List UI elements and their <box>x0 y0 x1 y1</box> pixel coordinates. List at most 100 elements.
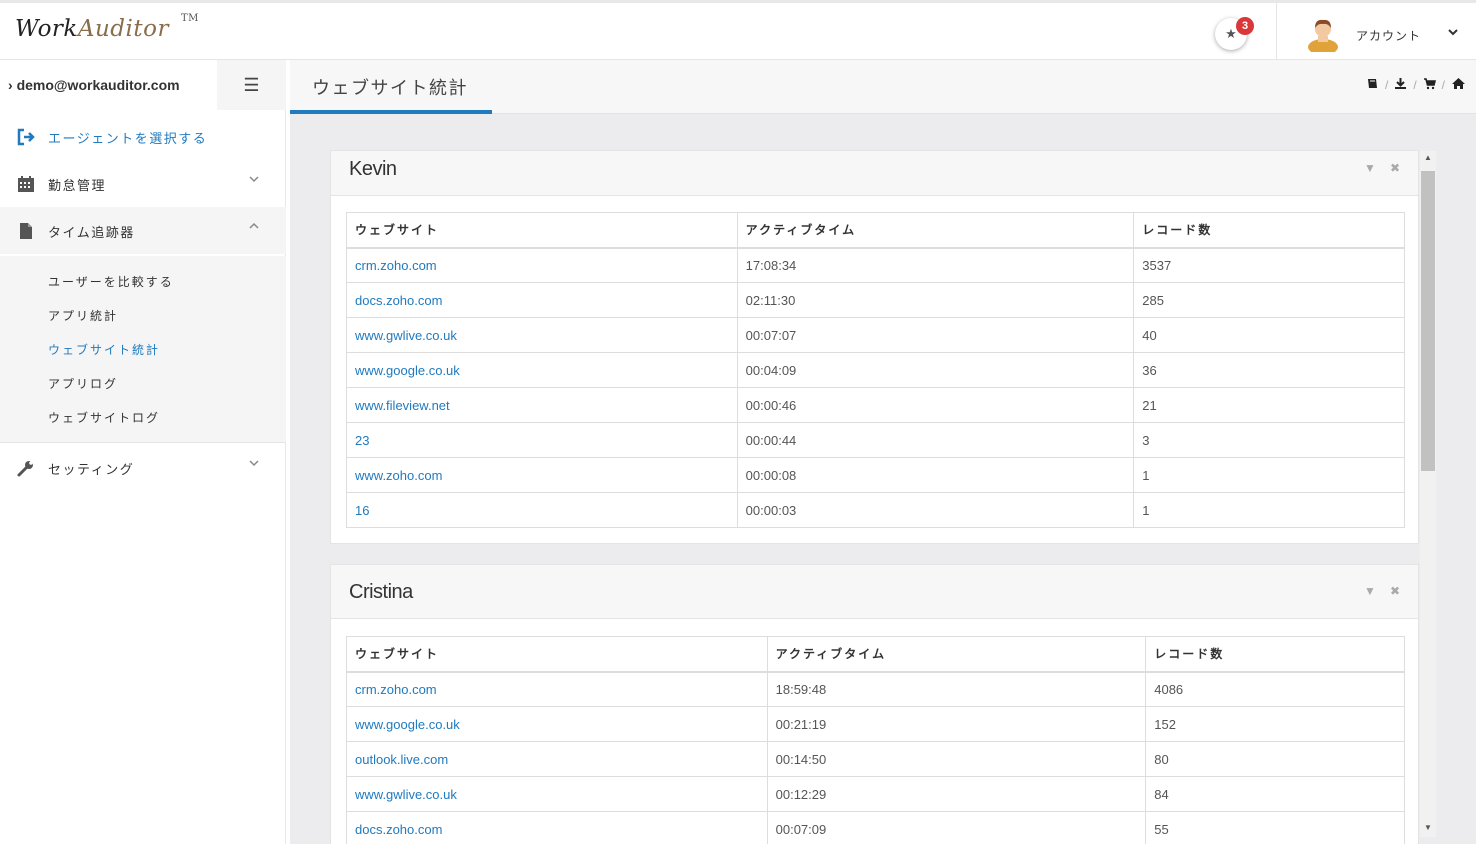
scroll-thumb[interactable] <box>1421 171 1435 471</box>
submenu-item-app-log[interactable]: アプリログ <box>48 375 118 392</box>
sidebar-item-attendance[interactable]: 勤怠管理 <box>0 160 286 207</box>
active-time-cell: 02:11:30 <box>736 282 1135 318</box>
submenu-item-compare-users[interactable]: ユーザーを比較する <box>48 273 174 290</box>
active-time-cell: 00:00:44 <box>736 422 1135 458</box>
table-row: outlook.live.com 00:14:50 80 <box>346 741 1405 777</box>
account-label[interactable]: アカウント <box>1356 27 1421 44</box>
chevron-down-icon <box>248 457 260 472</box>
page-header: ウェブサイト統計 / / / <box>290 60 1476 114</box>
separator: / <box>1384 78 1389 92</box>
table-row: 23 00:00:44 3 <box>346 422 1405 458</box>
close-icon[interactable]: ✖ <box>1390 584 1400 598</box>
column-header: レコード数 <box>1145 636 1405 673</box>
active-time-cell: 00:21:19 <box>766 706 1147 742</box>
sidebar: › demo@workauditor.com ☰ エージェントを選択する 勤怠管… <box>0 60 286 844</box>
record-count-cell: 1 <box>1133 457 1405 493</box>
website-link[interactable]: crm.zoho.com <box>346 247 738 283</box>
column-header: ウェブサイト <box>346 212 738 249</box>
active-time-cell: 00:07:07 <box>736 317 1135 353</box>
toolbar-icons: / / / <box>1366 77 1466 93</box>
wrench-icon <box>17 461 33 477</box>
home-icon[interactable] <box>1451 77 1466 93</box>
cart-icon[interactable] <box>1423 77 1436 93</box>
website-link[interactable]: www.google.co.uk <box>346 352 738 388</box>
record-count-cell: 84 <box>1145 776 1405 812</box>
logo-auditor-text: Auditor <box>77 16 169 42</box>
table-row: docs.zoho.com 00:07:09 55 <box>346 811 1405 844</box>
calendar-icon <box>18 176 34 192</box>
collapse-icon[interactable]: ▼ <box>1364 584 1376 598</box>
book-icon[interactable] <box>1366 77 1379 93</box>
record-count-cell: 21 <box>1133 387 1405 423</box>
submenu-item-website-log[interactable]: ウェブサイトログ <box>48 409 160 426</box>
table-row: crm.zoho.com 18:59:48 4086 <box>346 671 1405 707</box>
active-time-cell: 00:00:08 <box>736 457 1135 493</box>
user-email[interactable]: › demo@workauditor.com <box>8 77 180 93</box>
table-row: www.gwlive.co.uk 00:12:29 84 <box>346 776 1405 812</box>
notification-badge: 3 <box>1236 17 1254 35</box>
portlet-header: Cristina ▼ ✖ <box>331 565 1418 619</box>
sidebar-item-label: エージェントを選択する <box>48 131 208 146</box>
close-icon[interactable]: ✖ <box>1390 161 1400 175</box>
chevron-right-icon: › <box>8 77 13 93</box>
active-time-cell: 00:07:09 <box>766 811 1147 844</box>
scrollbar[interactable]: ▲ ▼ <box>1420 151 1436 837</box>
table-row: www.fileview.net 00:00:46 21 <box>346 387 1405 423</box>
record-count-cell: 3537 <box>1133 247 1405 283</box>
active-time-cell: 00:00:46 <box>736 387 1135 423</box>
website-link[interactable]: www.gwlive.co.uk <box>346 317 738 353</box>
title-underline <box>290 110 492 114</box>
website-link[interactable]: www.fileview.net <box>346 387 738 423</box>
scroll-up-arrow-icon[interactable]: ▲ <box>1424 153 1432 162</box>
record-count-cell: 36 <box>1133 352 1405 388</box>
sidebar-item-time-tracker[interactable]: タイム追跡器 <box>0 207 286 254</box>
download-icon[interactable] <box>1394 77 1407 93</box>
portlet-kevin: Kevin ▼ ✖ ウェブサイト アクティブタイム レコード数 crm.zoho… <box>330 150 1419 544</box>
time-tracker-submenu: ユーザーを比較する アプリ統計 ウェブサイト統計 アプリログ ウェブサイトログ <box>0 256 286 443</box>
logo[interactable]: WorkAuditor TM <box>15 13 198 42</box>
page-title: ウェブサイト統計 <box>312 78 468 98</box>
table-row: www.google.co.uk 00:04:09 36 <box>346 352 1405 388</box>
scroll-down-arrow-icon[interactable]: ▼ <box>1424 823 1432 832</box>
submenu-item-app-stats[interactable]: アプリ統計 <box>48 307 118 324</box>
table-row: www.google.co.uk 00:21:19 152 <box>346 706 1405 742</box>
active-time-cell: 17:08:34 <box>736 247 1135 283</box>
website-link[interactable]: 16 <box>346 492 738 528</box>
record-count-cell: 1 <box>1133 492 1405 528</box>
sidebar-item-settings[interactable]: セッティング <box>0 444 286 491</box>
sign-out-icon <box>17 128 35 146</box>
user-email-text: demo@workauditor.com <box>16 77 180 93</box>
submenu-item-website-stats[interactable]: ウェブサイト統計 <box>48 341 160 358</box>
column-header: アクティブタイム <box>736 212 1135 249</box>
active-time-cell: 00:00:03 <box>736 492 1135 528</box>
website-link[interactable]: docs.zoho.com <box>346 811 768 844</box>
website-link[interactable]: www.zoho.com <box>346 457 738 493</box>
record-count-cell: 152 <box>1145 706 1405 742</box>
website-link[interactable]: docs.zoho.com <box>346 282 738 318</box>
main-content: ウェブサイト統計 / / / Kevin ▼ ✖ ウェブサイト アクティブタイム… <box>290 60 1476 844</box>
column-header: レコード数 <box>1133 212 1405 249</box>
sidebar-item-select-agent[interactable]: エージェントを選択する <box>0 113 286 160</box>
website-link[interactable]: outlook.live.com <box>346 741 768 777</box>
table-row: crm.zoho.com 17:08:34 3537 <box>346 247 1405 283</box>
file-icon <box>20 223 32 239</box>
stats-table: ウェブサイト アクティブタイム レコード数 crm.zoho.com 17:08:… <box>346 212 1405 528</box>
record-count-cell: 55 <box>1145 811 1405 844</box>
record-count-cell: 3 <box>1133 422 1405 458</box>
user-row: › demo@workauditor.com ☰ <box>0 60 286 110</box>
header-divider <box>1276 3 1277 60</box>
sidebar-item-label: 勤怠管理 <box>48 178 107 193</box>
website-link[interactable]: www.gwlive.co.uk <box>346 776 768 812</box>
collapse-icon[interactable]: ▼ <box>1364 161 1376 175</box>
column-header: アクティブタイム <box>766 636 1147 673</box>
website-link[interactable]: www.google.co.uk <box>346 706 768 742</box>
website-link[interactable]: crm.zoho.com <box>346 671 768 707</box>
avatar[interactable] <box>1306 16 1340 52</box>
website-link[interactable]: 23 <box>346 422 738 458</box>
chevron-down-icon[interactable] <box>1447 26 1459 41</box>
menu-toggle-button[interactable]: ☰ <box>217 60 286 110</box>
portlet-tools: ▼ ✖ <box>1364 584 1400 598</box>
active-time-cell: 00:12:29 <box>766 776 1147 812</box>
hamburger-icon: ☰ <box>243 74 260 95</box>
separator: / <box>1413 78 1417 92</box>
